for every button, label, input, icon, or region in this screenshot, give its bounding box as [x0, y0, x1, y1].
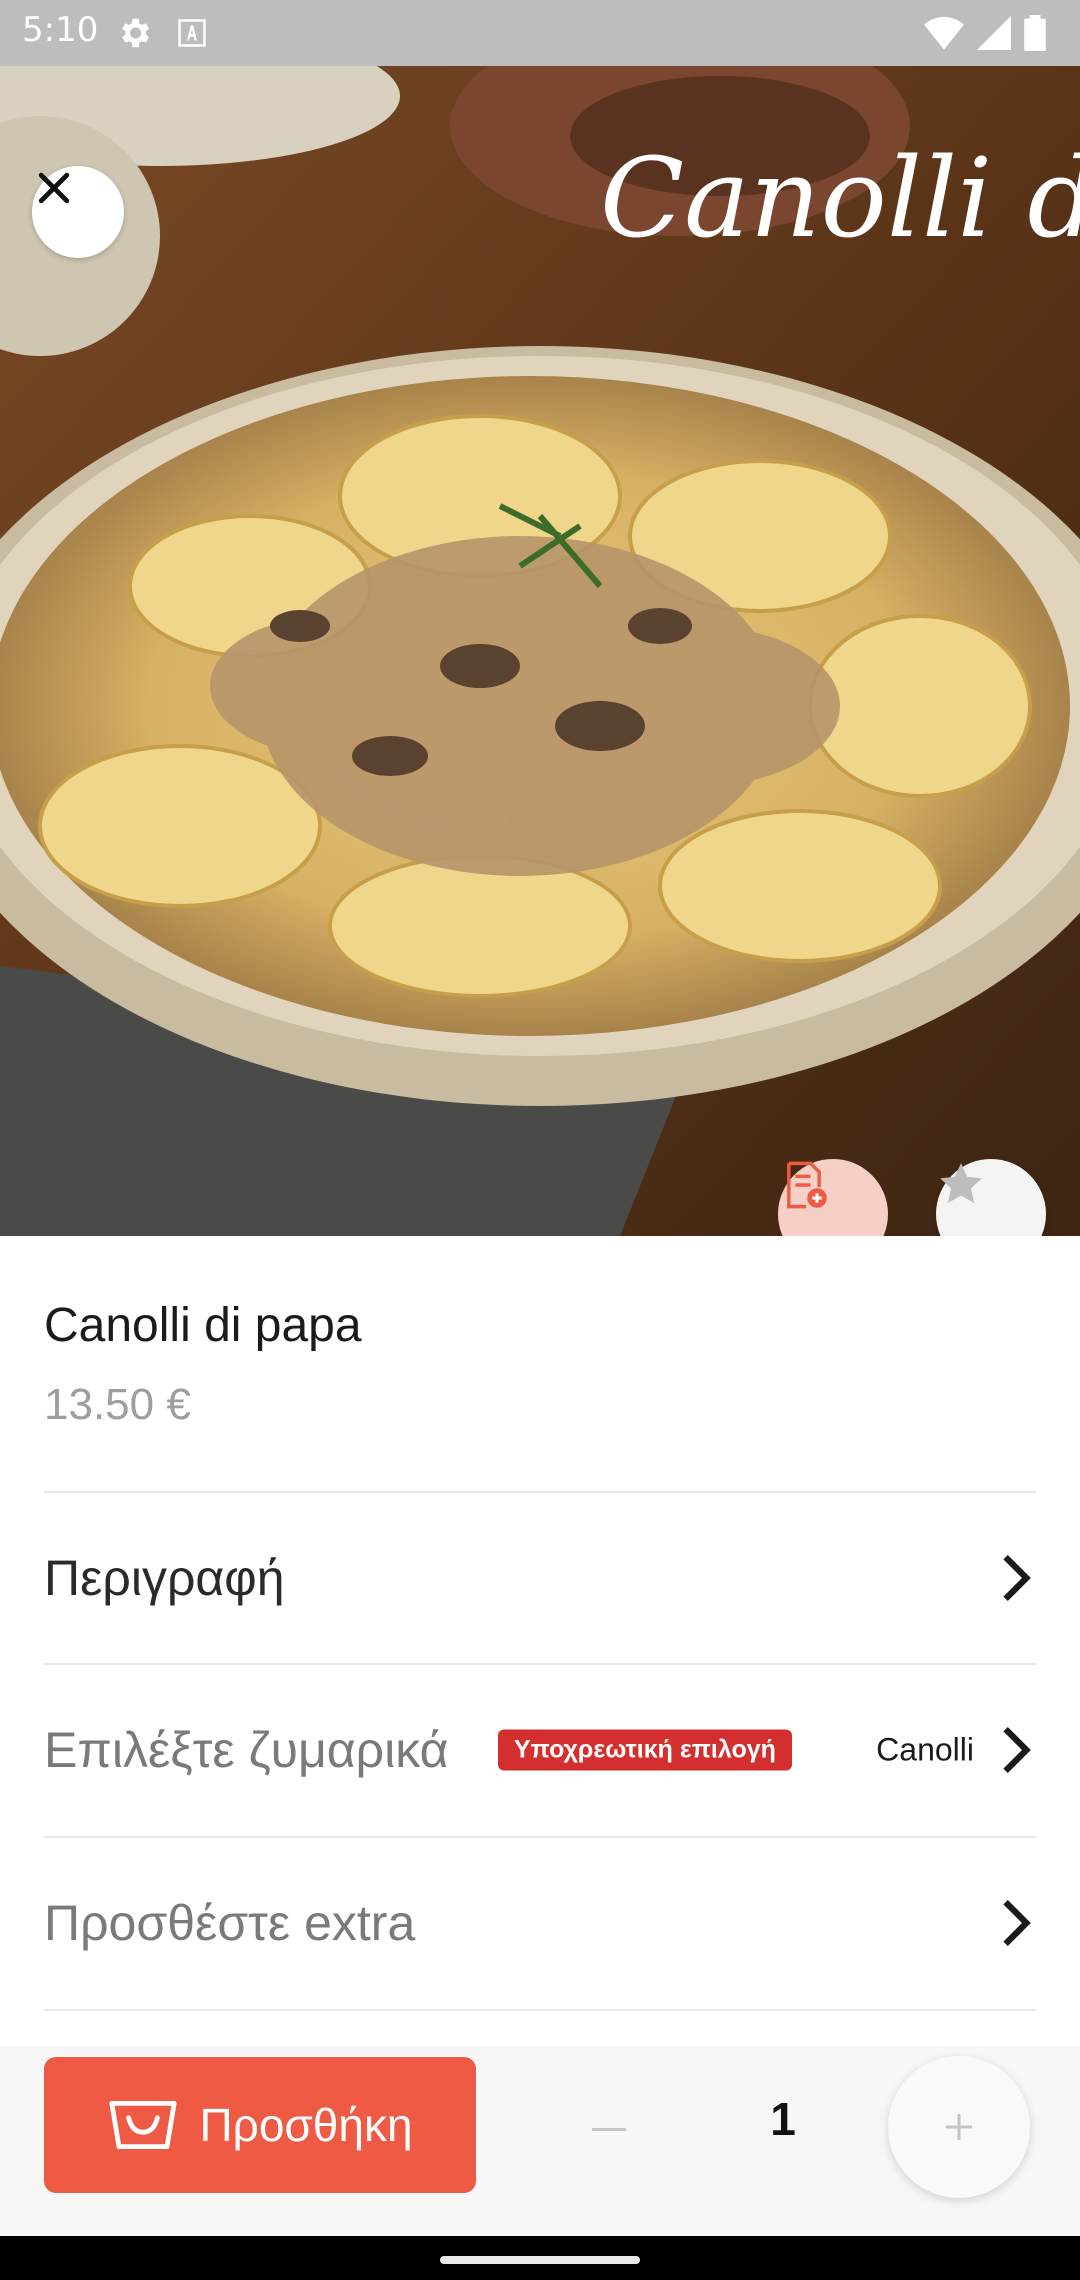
- decrease-quantity-button[interactable]: [566, 2090, 652, 2170]
- chevron-right-icon: [1003, 1726, 1031, 1774]
- chevron-right-icon: [1003, 1554, 1031, 1602]
- product-image: Canolli di: [0, 66, 1080, 1236]
- row-label: Περιγραφή: [44, 1550, 285, 1606]
- product-price: 13.50 €: [44, 1380, 191, 1429]
- add-note-icon: [787, 1161, 827, 1209]
- add-to-cart-button[interactable]: Προσθήκη: [44, 2057, 476, 2193]
- star-icon: [940, 1163, 982, 1203]
- status-time: 5:10: [22, 10, 99, 50]
- battery-icon: [1024, 15, 1046, 51]
- chevron-right-icon: [1003, 1899, 1031, 1947]
- settings-icon: [122, 18, 150, 48]
- required-badge: Υποχρεωτική επιλογή: [498, 1729, 792, 1771]
- row-label: Επιλέξτε ζυμαρικά: [44, 1722, 449, 1778]
- description-row[interactable]: Περιγραφή: [44, 1493, 1036, 1663]
- divider: [44, 2009, 1036, 2011]
- status-bar: 5:10: [0, 0, 1080, 66]
- pasta-choice-row[interactable]: Επιλέξτε ζυμαρικά Υποχρεωτική επιλογή Ca…: [44, 1665, 1036, 1835]
- row-label: Προσθέστε extra: [44, 1895, 416, 1951]
- increase-quantity-button[interactable]: [888, 2056, 1030, 2198]
- quantity-value: 1: [770, 2093, 796, 2145]
- close-icon: [38, 172, 70, 204]
- plus-icon: [946, 2114, 972, 2140]
- selected-value: Canolli: [876, 1731, 974, 1768]
- keyboard-icon: [178, 19, 206, 47]
- hero-overlay-text: Canolli di: [600, 134, 1080, 262]
- close-button[interactable]: [32, 166, 124, 258]
- extras-row[interactable]: Προσθέστε extra: [44, 1838, 1036, 2008]
- basket-icon: [109, 2100, 178, 2149]
- add-to-cart-label: Προσθήκη: [199, 2099, 413, 2151]
- wifi-icon: [924, 17, 964, 50]
- signal-icon: [977, 16, 1011, 50]
- home-gesture-handle[interactable]: [440, 2256, 640, 2264]
- minus-icon: [592, 2128, 626, 2131]
- product-name: Canolli di papa: [44, 1299, 362, 1352]
